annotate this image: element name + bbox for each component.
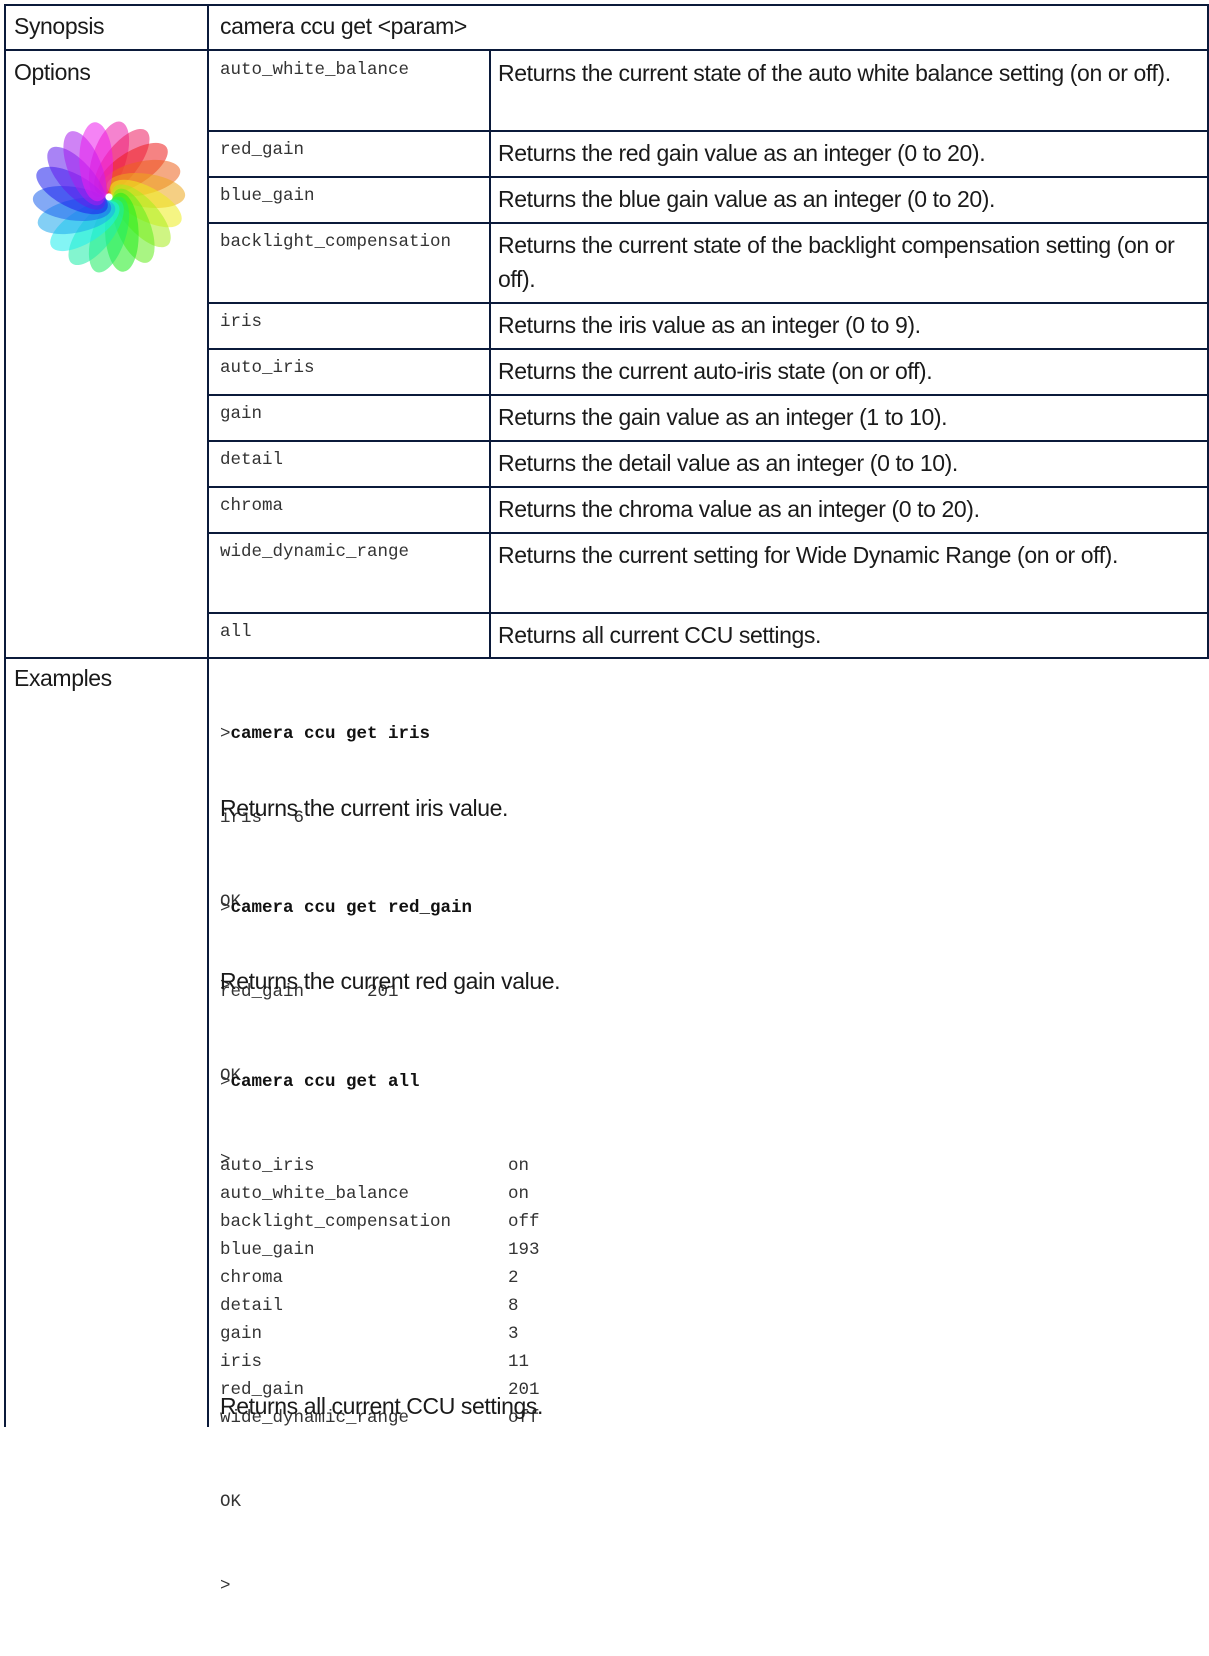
option-name: chroma — [220, 496, 284, 516]
setting-key: auto_iris — [220, 1156, 315, 1176]
option-row-red-gain: red_gain Returns the red gain value as an… — [208, 131, 1209, 177]
option-description: Returns the current auto-iris state (on … — [498, 358, 933, 384]
example-command: camera ccu get red_gain — [230, 898, 473, 918]
example-iris-caption: Returns the current iris value. — [220, 795, 509, 821]
prompt: > — [220, 898, 231, 918]
option-description: Returns the current state of the backlig… — [498, 232, 1175, 292]
setting-value: 3 — [508, 1324, 519, 1344]
option-row-detail: detail Returns the detail value as an int… — [208, 441, 1209, 487]
option-row-iris: iris Returns the iris value as an integer… — [208, 303, 1209, 349]
color-wheel-icon — [32, 121, 186, 273]
setting-key: iris — [220, 1352, 263, 1372]
setting-value: on — [508, 1156, 530, 1176]
options-label: Options — [14, 59, 91, 85]
prompt: > — [220, 1072, 231, 1092]
option-row-backlight-compensation: backlight_compensation Returns the curren… — [208, 223, 1209, 303]
option-name: iris — [220, 312, 263, 332]
example-ok: OK — [220, 1492, 242, 1512]
option-name: auto_iris — [220, 358, 315, 378]
option-description: Returns the current setting for Wide Dyn… — [498, 542, 1118, 568]
example-red-gain-caption: Returns the current red gain value. — [220, 968, 561, 994]
example-all-output: auto_iris on auto_white_balance on backlight… — [220, 1152, 540, 1432]
setting-row: auto_iris on — [220, 1152, 540, 1180]
border-top — [4, 4, 1209, 6]
example-command: camera ccu get all — [230, 1072, 420, 1092]
setting-key: gain — [220, 1324, 263, 1344]
setting-row: backlight_compensation off — [220, 1208, 540, 1236]
option-name: detail — [220, 450, 284, 470]
setting-row: chroma 2 — [220, 1264, 540, 1292]
option-row-blue-gain: blue_gain Returns the blue gain value as … — [208, 177, 1209, 223]
setting-key: blue_gain — [220, 1240, 315, 1260]
option-name: backlight_compensation — [220, 232, 452, 252]
option-row-auto-iris: auto_iris Returns the current auto-iris s… — [208, 349, 1209, 395]
setting-key: detail — [220, 1296, 284, 1316]
example-command: camera ccu get iris — [230, 724, 431, 744]
option-row-chroma: chroma Returns the chroma value as an int… — [208, 487, 1209, 533]
option-description: Returns all current CCU settings. — [498, 622, 821, 648]
option-name: red_gain — [220, 140, 305, 160]
option-description: Returns the red gain value as an integer… — [498, 140, 986, 166]
option-name: gain — [220, 404, 263, 424]
setting-value: 11 — [508, 1352, 530, 1372]
prompt: > — [220, 724, 231, 744]
setting-value: off — [508, 1212, 540, 1232]
setting-row: blue_gain 193 — [220, 1236, 540, 1264]
setting-value: 193 — [508, 1240, 540, 1260]
option-description: Returns the iris value as an integer (0 … — [498, 312, 921, 338]
option-row-auto-white-balance: auto_white_balance Returns the current st… — [208, 51, 1209, 131]
option-description: Returns the chroma value as an integer (… — [498, 496, 980, 522]
option-name: blue_gain — [220, 186, 315, 206]
option-description: Returns the gain value as an integer (1 … — [498, 404, 948, 430]
example-all-caption: Returns all current CCU settings. — [220, 1393, 543, 1419]
option-row-all: all Returns all current CCU settings. — [208, 613, 1209, 657]
examples-label: Examples — [14, 665, 112, 691]
option-row-gain: gain Returns the gain value as an integer… — [208, 395, 1209, 441]
option-description: Returns the current state of the auto wh… — [498, 60, 1171, 86]
option-name: wide_dynamic_range — [220, 542, 410, 562]
option-row-wide-dynamic-range: wide_dynamic_range Returns the current se… — [208, 533, 1209, 613]
setting-key: auto_white_balance — [220, 1184, 410, 1204]
setting-value: 8 — [508, 1296, 519, 1316]
option-name: auto_white_balance — [220, 60, 410, 80]
setting-key: backlight_compensation — [220, 1212, 452, 1232]
synopsis-label: Synopsis — [14, 13, 105, 39]
command-reference-table: Synopsis camera ccu get <param> Options … — [0, 0, 1209, 1596]
option-name: all — [220, 622, 252, 642]
border-left — [4, 4, 6, 1427]
example-command-line: >camera ccu get red_gain — [220, 894, 472, 922]
setting-row: detail 8 — [220, 1292, 540, 1320]
option-description: Returns the blue gain value as an intege… — [498, 186, 996, 212]
setting-key: chroma — [220, 1268, 284, 1288]
setting-row: gain 3 — [220, 1320, 540, 1348]
setting-row: iris 11 — [220, 1348, 540, 1376]
setting-row: auto_white_balance on — [220, 1180, 540, 1208]
setting-value: on — [508, 1184, 530, 1204]
synopsis-text: camera ccu get <param> — [220, 13, 467, 39]
option-description: Returns the detail value as an integer (… — [498, 450, 958, 476]
example-end-prompt: > — [220, 1576, 231, 1596]
example-all-block: >camera ccu get all auto_iris on auto_whit… — [220, 1012, 540, 1656]
divider-options — [4, 657, 1209, 659]
example-command-line: >camera ccu get iris — [220, 720, 430, 748]
setting-value: 2 — [508, 1268, 519, 1288]
example-command-line: >camera ccu get all — [220, 1068, 540, 1096]
